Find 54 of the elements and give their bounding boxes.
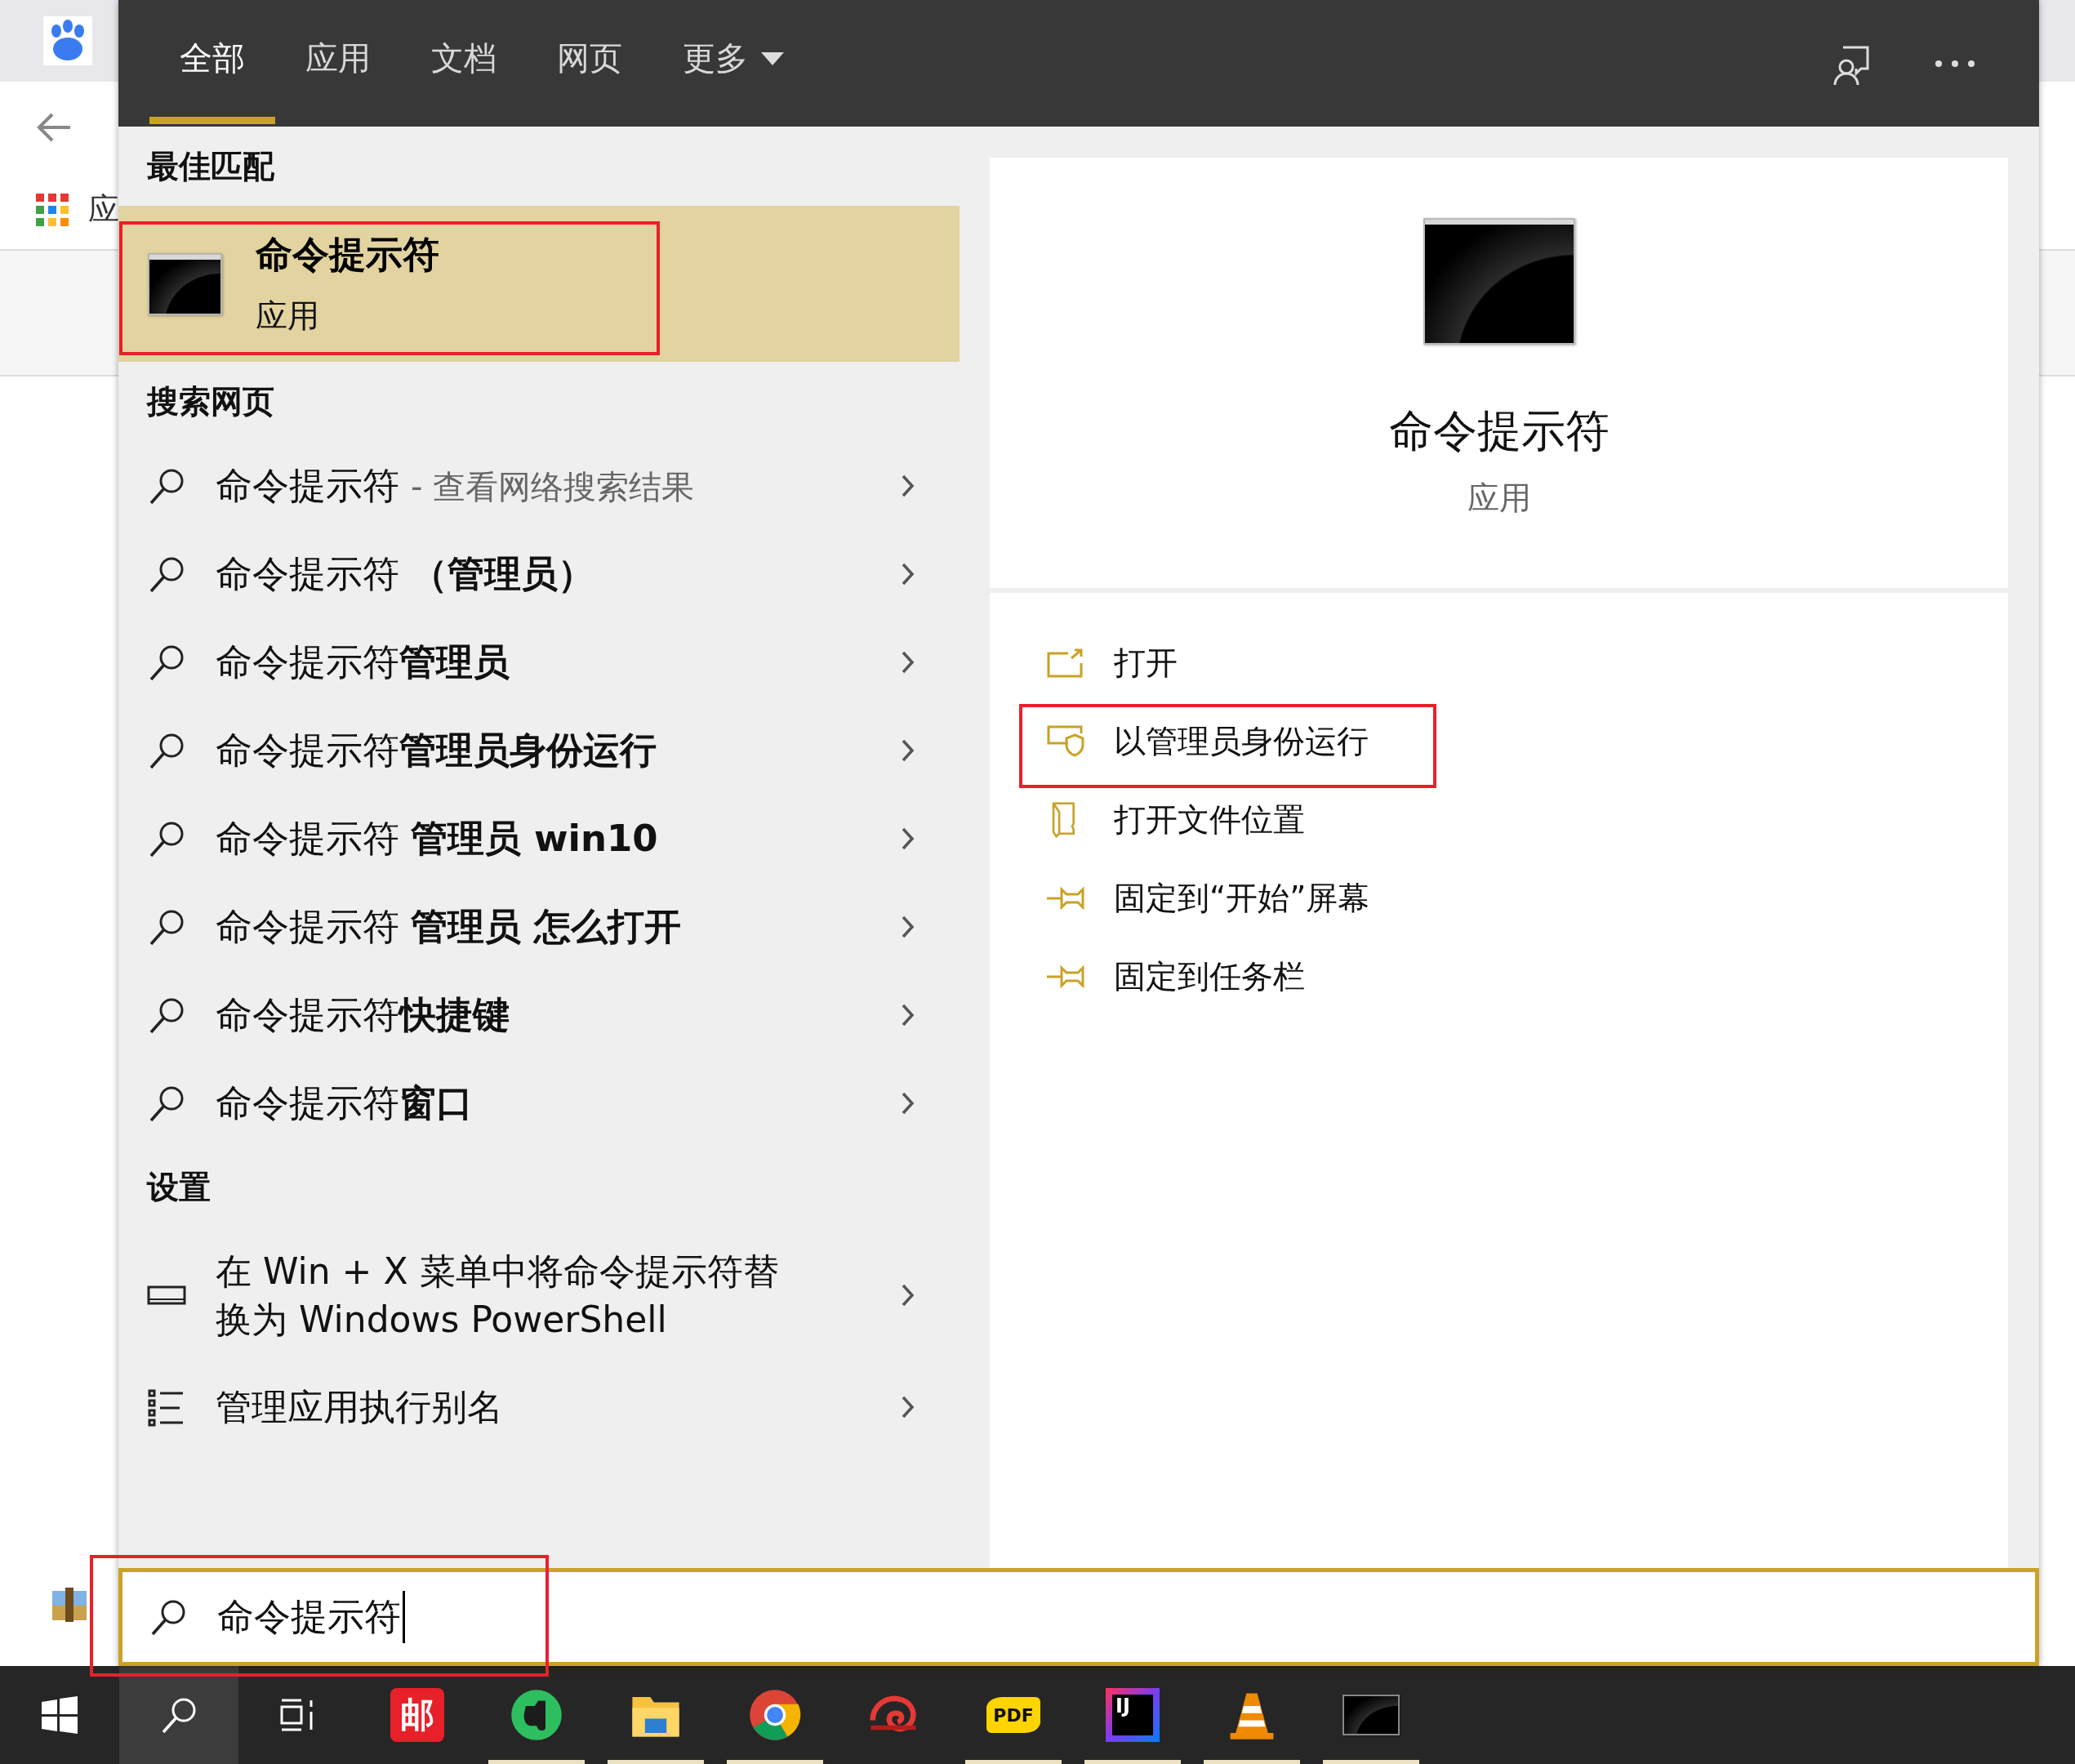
action-item[interactable]: 固定到任务栏 <box>1047 938 1305 1016</box>
web-result[interactable]: 命令提示符 管理员 win10 <box>118 795 960 883</box>
windows-logo-icon <box>40 1695 79 1735</box>
chevron-icon <box>902 827 915 850</box>
web-result[interactable]: 命令提示符 - 查看网络搜索结果 <box>118 442 960 530</box>
settings-result[interactable]: 在 Win + X 菜单中将命令提示符替换为 Windows PowerShell <box>118 1227 960 1363</box>
filter-tab[interactable]: 全部 <box>149 0 275 124</box>
apps-grid-icon[interactable] <box>36 193 69 226</box>
back-arrow-icon[interactable] <box>36 111 72 144</box>
chevron-icon <box>902 1004 915 1027</box>
action-item[interactable]: 打开文件位置 <box>1047 781 1305 859</box>
chevron-icon <box>902 1396 915 1419</box>
filter-tab[interactable]: 文档 <box>401 0 527 124</box>
chevron-icon <box>902 651 915 674</box>
settings-result[interactable]: 管理应用执行别名 <box>118 1363 960 1451</box>
terminal-icon <box>1423 218 1575 345</box>
paw-logo-icon <box>43 16 92 65</box>
chevron-icon <box>902 1284 915 1307</box>
ide-app-icon: IJ <box>1106 1688 1160 1742</box>
best-match-result[interactable]: 命令提示符 应用 <box>118 206 960 362</box>
mail-app-icon: 邮 <box>390 1688 444 1742</box>
app-type: 应用 <box>1467 479 1531 518</box>
taskbar-app[interactable]: IJ <box>1084 1666 1181 1764</box>
filter-tab[interactable]: 更多 <box>652 0 814 124</box>
taskbar-app[interactable]: PDF <box>965 1666 1062 1764</box>
web-result[interactable]: 命令提示符 管理员 怎么打开 <box>118 883 960 971</box>
pdf-app-icon: PDF <box>986 1697 1040 1733</box>
chevron-icon <box>902 1092 915 1115</box>
search-field[interactable]: 命令提示符 <box>118 1568 2039 1666</box>
action-item[interactable]: 以管理员身份运行 <box>1047 702 1369 781</box>
taskbar-app[interactable]: 邮 <box>369 1666 465 1764</box>
app-title: 命令提示符 <box>1388 404 1610 458</box>
filter-tab[interactable]: 网页 <box>527 0 652 124</box>
web-result[interactable]: 命令提示符管理员 <box>118 618 960 706</box>
web-result[interactable]: 命令提示符快捷键 <box>118 971 960 1059</box>
section-heading: 搜索网页 <box>145 382 275 421</box>
action-item[interactable]: 打开 <box>1047 624 1178 702</box>
text-cursor <box>403 1591 405 1643</box>
terminal-icon <box>1343 1695 1400 1735</box>
chevron-icon <box>902 915 915 938</box>
chevron-icon <box>902 739 915 762</box>
more-icon[interactable] <box>1935 59 1975 68</box>
bookmark-label[interactable]: 应 <box>88 189 119 230</box>
web-result[interactable]: 命令提示符管理员身份运行 <box>118 706 960 795</box>
terminal-icon <box>148 252 222 315</box>
chrome-ball-icon <box>748 1688 802 1742</box>
action-item[interactable]: 固定到“开始”屏幕 <box>1047 859 1370 938</box>
web-result[interactable]: 命令提示符窗口 <box>118 1059 960 1147</box>
chevron-icon <box>902 563 915 586</box>
section-heading: 设置 <box>145 1168 212 1207</box>
section-heading: 最佳匹配 <box>146 146 275 186</box>
chevron-icon <box>902 474 915 497</box>
filter-tab[interactable]: 应用 <box>275 0 401 124</box>
web-result[interactable]: 命令提示符 （管理员） <box>118 530 960 618</box>
